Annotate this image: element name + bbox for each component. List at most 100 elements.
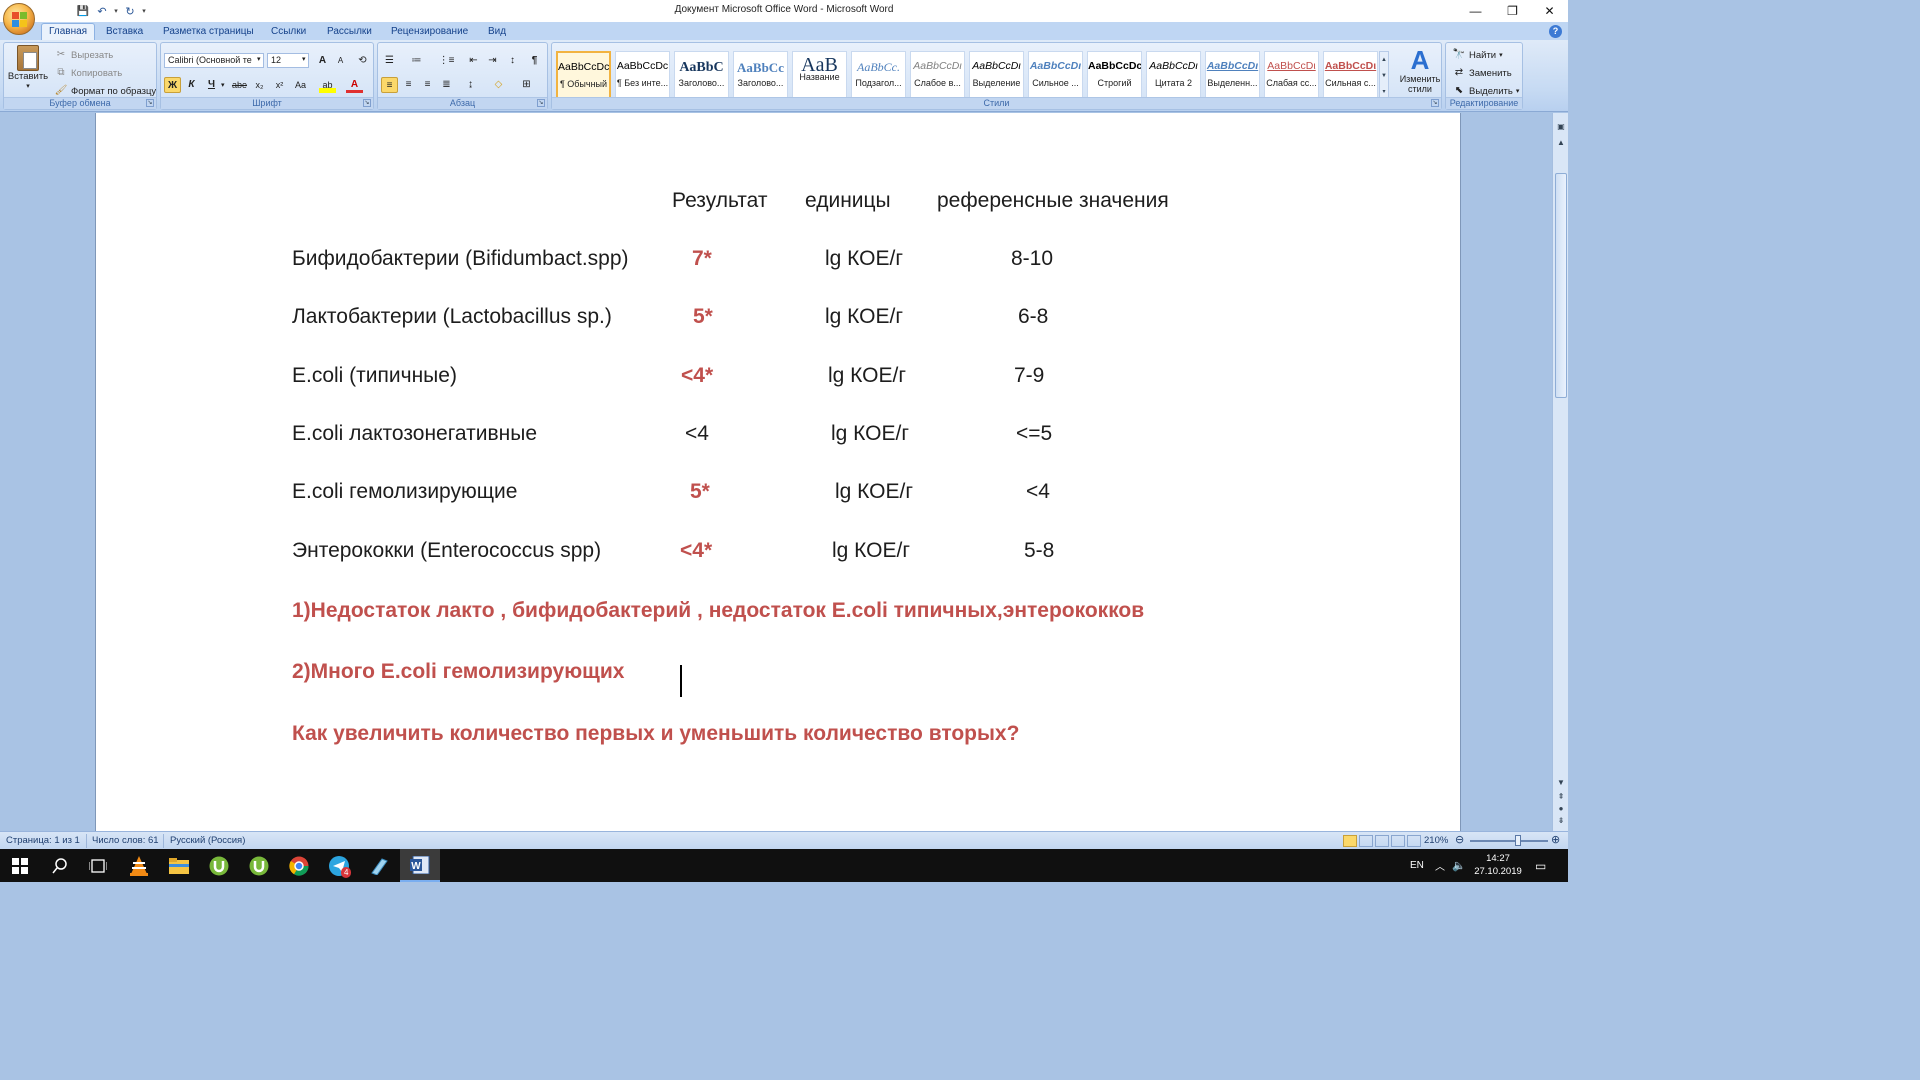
previous-page-icon[interactable]: ⇞ (1555, 791, 1567, 803)
font-name-dropdown-icon[interactable]: ▾ (257, 55, 261, 63)
tab-review[interactable]: Рецензирование (391, 24, 468, 40)
style-item[interactable]: AaBbCcDc ¶ Обычный (556, 51, 611, 99)
full-screen-reading-icon[interactable] (1359, 835, 1373, 847)
tab-page-layout[interactable]: Разметка страницы (163, 24, 254, 40)
italic-button[interactable]: К (183, 77, 200, 93)
chrome-icon[interactable] (279, 849, 319, 882)
utorrent-icon[interactable] (199, 849, 239, 882)
style-item[interactable]: AaBbCcDι Сильная с... (1323, 51, 1378, 99)
align-right-icon[interactable]: ≡ (419, 77, 436, 93)
style-item[interactable]: AaBbCcDι Слабое в... (910, 51, 965, 99)
select-button[interactable]: ⬉ Выделить ▾ (1452, 84, 1520, 98)
line-spacing-icon[interactable]: ↨ (462, 77, 479, 93)
windows-start-icon[interactable] (0, 849, 40, 882)
style-item[interactable]: AaBbCc. Подзагол... (851, 51, 906, 99)
style-item[interactable]: AaB Название (792, 51, 847, 99)
style-item[interactable]: AaBbC Заголово... (674, 51, 729, 99)
document-page[interactable]: Результат единицы референсные значения Б… (95, 113, 1461, 831)
grow-font-button[interactable]: A (314, 53, 331, 69)
style-item[interactable]: AaBbCcDι Слабая сс... (1264, 51, 1319, 99)
next-page-icon[interactable]: ⇟ (1555, 815, 1567, 827)
select-browse-object-icon[interactable]: ● (1555, 803, 1567, 815)
tab-view[interactable]: Вид (488, 24, 506, 40)
help-icon[interactable]: ? (1549, 25, 1562, 38)
telegram-icon[interactable]: 4 (319, 849, 359, 882)
word-taskbar-icon[interactable]: W (400, 849, 440, 882)
utorrent-icon[interactable] (239, 849, 279, 882)
clipboard-launcher-icon[interactable]: ↘ (146, 99, 154, 107)
font-size-dropdown-icon[interactable]: ▾ (302, 55, 306, 63)
styles-scroll-icon[interactable]: ▲ ▼ ▾ (1379, 51, 1389, 99)
minimize-button[interactable]: — (1457, 0, 1494, 22)
language-tray[interactable]: EN (1410, 849, 1424, 882)
increase-indent-icon[interactable]: ⇥ (484, 53, 501, 69)
style-item[interactable]: AaBbCcDc Строгий (1087, 51, 1142, 99)
scroll-thumb[interactable] (1555, 173, 1567, 398)
font-launcher-icon[interactable]: ↘ (363, 99, 371, 107)
language-indicator[interactable]: Русский (Россия) (170, 835, 245, 846)
show-hidden-icons-icon[interactable]: ︿ (1435, 849, 1445, 882)
strikethrough-button[interactable]: abe (231, 77, 248, 93)
zoom-level[interactable]: 210% (1424, 835, 1448, 846)
scroll-up-icon[interactable]: ▲ (1555, 137, 1567, 149)
shading-icon[interactable]: ◇ (490, 77, 507, 93)
restore-button[interactable]: ❐ (1494, 0, 1531, 22)
office-button[interactable] (3, 3, 35, 35)
outline-icon[interactable] (1391, 835, 1405, 847)
search-icon[interactable] (40, 849, 80, 882)
tab-mailings[interactable]: Рассылки (327, 24, 372, 40)
format-painter-button[interactable]: 🖌 Формат по образцу (54, 84, 157, 98)
font-name-select[interactable]: Calibri (Основной те (164, 53, 264, 68)
word-count[interactable]: Число слов: 61 (92, 835, 159, 846)
multilevel-list-icon[interactable]: ⋮≡ (438, 53, 455, 69)
show-marks-button[interactable]: ¶ (526, 53, 543, 69)
close-button[interactable]: ✕ (1531, 0, 1568, 22)
tab-insert[interactable]: Вставка (106, 24, 143, 40)
tab-home[interactable]: Главная (41, 23, 96, 40)
bold-button[interactable]: Ж (164, 77, 181, 93)
replace-button[interactable]: ⇄ Заменить (1452, 66, 1512, 80)
clock[interactable]: 14:27 27.10.2019 (1472, 852, 1524, 878)
ruler-toggle-icon[interactable]: ▣ (1555, 121, 1567, 133)
style-item[interactable]: AaBbCcDι Выделенн... (1205, 51, 1260, 99)
highlight-button[interactable]: ab (319, 77, 336, 93)
subscript-button[interactable]: x₂ (251, 77, 268, 93)
shrink-font-button[interactable]: A (332, 53, 349, 69)
decrease-indent-icon[interactable]: ⇤ (465, 53, 482, 69)
style-item[interactable]: AaBbCc Заголово... (733, 51, 788, 99)
zoom-slider-handle[interactable] (1515, 835, 1521, 846)
superscript-button[interactable]: x² (271, 77, 288, 93)
scroll-down-icon[interactable]: ▼ (1555, 777, 1567, 789)
change-styles-button[interactable]: A Изменить стили (1400, 47, 1441, 94)
underline-dropdown-icon[interactable]: ▾ (221, 81, 225, 89)
style-item[interactable]: AaBbCcDι Сильное ... (1028, 51, 1083, 99)
align-center-icon[interactable]: ≡ (400, 77, 417, 93)
vertical-scrollbar[interactable]: ▣ ▲ ▼ ⇞ ● ⇟ (1552, 113, 1568, 831)
borders-icon[interactable]: ⊞ (518, 77, 535, 93)
style-item[interactable]: AaBbCcDι Цитата 2 (1146, 51, 1201, 99)
zoom-out-icon[interactable]: ⊖ (1455, 833, 1464, 846)
styles-launcher-icon[interactable]: ↘ (1431, 99, 1439, 107)
vlc-icon[interactable] (119, 849, 159, 882)
notepad-icon[interactable] (359, 849, 399, 882)
style-item[interactable]: AaBbCcDι Выделение (969, 51, 1024, 99)
print-layout-icon[interactable] (1343, 835, 1357, 847)
sort-icon[interactable]: ↕ (504, 53, 521, 69)
web-layout-icon[interactable] (1375, 835, 1389, 847)
bullets-icon[interactable]: ☰ (381, 53, 398, 69)
zoom-in-icon[interactable]: ⊕ (1551, 833, 1560, 846)
change-case-button[interactable]: Aa (292, 77, 309, 93)
volume-icon[interactable]: 🔈 (1452, 849, 1466, 882)
file-explorer-icon[interactable] (159, 849, 199, 882)
paragraph-launcher-icon[interactable]: ↘ (537, 99, 545, 107)
find-button[interactable]: 🔭 Найти ▾ (1452, 48, 1503, 62)
draft-icon[interactable] (1407, 835, 1421, 847)
notifications-icon[interactable]: ▭ (1535, 849, 1546, 882)
style-item[interactable]: AaBbCcDc ¶ Без инте... (615, 51, 670, 99)
justify-icon[interactable]: ≣ (438, 77, 455, 93)
font-color-button[interactable]: A (346, 77, 363, 93)
page-count[interactable]: Страница: 1 из 1 (6, 835, 80, 846)
numbering-icon[interactable]: ≔ (408, 53, 425, 69)
tab-references[interactable]: Ссылки (271, 24, 306, 40)
copy-button[interactable]: ⧉ Копировать (54, 66, 122, 80)
